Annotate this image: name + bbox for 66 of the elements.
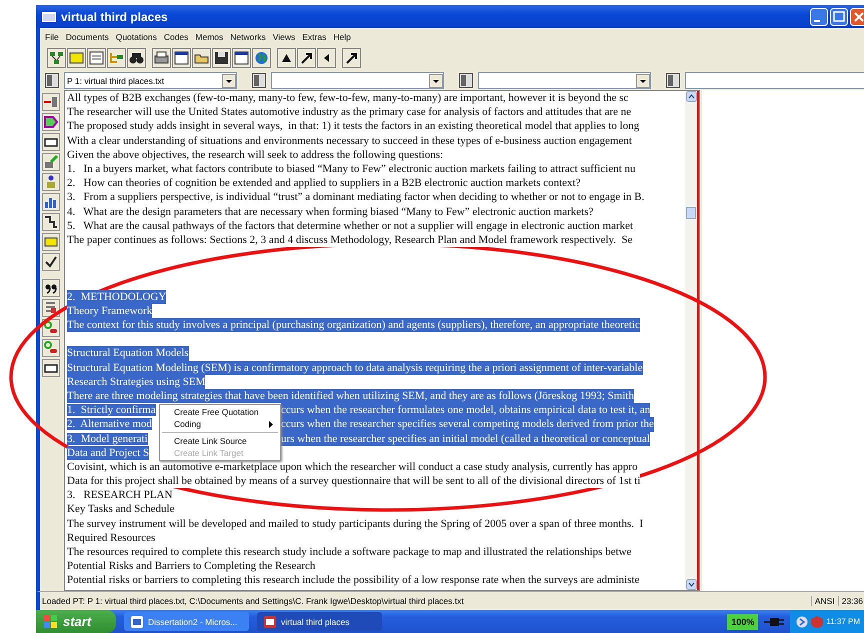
maximize-button[interactable] — [830, 8, 848, 26]
context-menu-item[interactable]: Create Free Quotation — [160, 406, 280, 418]
power-plug-icon[interactable] — [764, 616, 784, 626]
battery-level: 100% — [727, 614, 758, 630]
status-message: Loaded PT: P 1: virtual third places.txt, C:\Documents and Settings\C. Frank Igwe\Desktop\virtual third places.txt — [41, 596, 465, 606]
pen-icon[interactable] — [42, 153, 60, 171]
windows-flag-icon — [44, 615, 58, 628]
scroll-up-icon[interactable] — [686, 91, 696, 102]
menu-item[interactable]: Codes — [164, 32, 188, 42]
folder-icon[interactable] — [192, 48, 211, 68]
globe-icon[interactable] — [252, 48, 271, 68]
pane-icon[interactable] — [459, 73, 473, 88]
network-icon[interactable] — [796, 616, 808, 628]
link-icon[interactable] — [42, 319, 60, 337]
context-menu-item[interactable]: Create Link Source — [160, 435, 280, 447]
menu-item[interactable]: Networks — [230, 32, 266, 42]
time-label: 23:36 — [838, 596, 864, 606]
note-icon[interactable] — [42, 233, 60, 251]
window-title: virtual third places — [61, 10, 168, 24]
window-icon[interactable] — [172, 48, 191, 68]
submenu-arrow-icon — [269, 420, 274, 428]
rectangle-icon[interactable] — [42, 359, 60, 377]
steps-icon[interactable] — [42, 213, 60, 231]
minimize-button[interactable] — [810, 8, 828, 26]
code-icon[interactable] — [42, 299, 60, 317]
taskbar-button[interactable]: virtual third places — [257, 612, 382, 631]
document-selector[interactable] — [478, 72, 651, 89]
menu-item[interactable]: Memos — [195, 32, 224, 42]
clock: 11:37 PM — [826, 617, 860, 626]
window-icon[interactable] — [232, 48, 251, 68]
binoculars-icon[interactable] — [127, 48, 146, 68]
document-selector[interactable]: P 1: virtual third places.txt — [64, 72, 237, 89]
close-button[interactable] — [850, 8, 864, 26]
app-icon — [264, 616, 276, 628]
network-icon[interactable] — [47, 48, 66, 68]
caret-icon[interactable] — [317, 48, 336, 68]
scrollbar[interactable] — [685, 91, 697, 590]
app-icon — [131, 616, 143, 628]
pane-icon[interactable] — [45, 73, 59, 88]
person-icon[interactable] — [42, 173, 60, 191]
flag-icon[interactable] — [42, 93, 60, 111]
menu-item[interactable]: Views — [272, 32, 296, 42]
window-icon — [42, 12, 56, 22]
scroll-down-icon[interactable] — [686, 579, 696, 590]
menu-item[interactable]: Documents — [66, 32, 109, 42]
chart-icon[interactable] — [42, 193, 60, 211]
menu-item[interactable]: Help — [333, 32, 351, 42]
encoding-label: ANSI — [810, 596, 838, 606]
tree-icon[interactable] — [107, 48, 126, 68]
taskbar-button[interactable]: Dissertation2 - Micros... — [124, 612, 249, 631]
scroll-thumb[interactable] — [686, 207, 696, 219]
menu-item[interactable]: Quotations — [116, 32, 157, 42]
pane-icon[interactable] — [666, 73, 680, 88]
menu-item[interactable]: File — [45, 32, 59, 42]
list-icon[interactable] — [87, 48, 106, 68]
printer-icon[interactable] — [152, 48, 171, 68]
note-icon[interactable] — [67, 48, 86, 68]
quote-icon[interactable] — [42, 279, 60, 297]
menu-item[interactable]: Extras — [302, 32, 326, 42]
checkmark-icon[interactable] — [42, 253, 60, 271]
rectangle-icon[interactable] — [42, 133, 60, 151]
context-menu-item[interactable]: Coding — [160, 418, 280, 430]
link-icon[interactable] — [42, 339, 60, 357]
pane-icon[interactable] — [252, 73, 266, 88]
caret-icon[interactable] — [277, 48, 296, 68]
tag-icon[interactable] — [42, 113, 60, 131]
